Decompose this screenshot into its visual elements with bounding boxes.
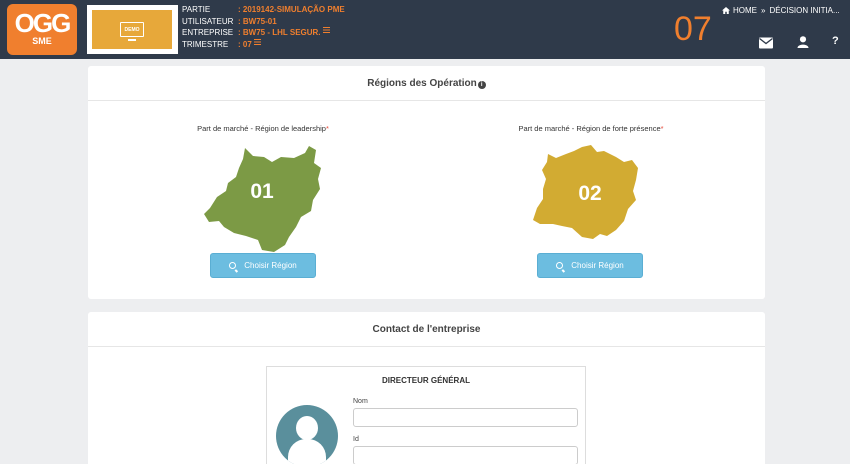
info-label: PARTIE bbox=[182, 5, 211, 14]
choose-region-button-01[interactable]: Choisir Région bbox=[210, 253, 316, 278]
breadcrumb: HOME » DÉCISION INITIA... bbox=[722, 6, 840, 15]
region-map-02[interactable]: 02 bbox=[530, 144, 646, 244]
demo-badge: DEMO bbox=[92, 10, 172, 49]
breadcrumb-current[interactable]: DÉCISION INITIA... bbox=[769, 6, 839, 15]
list-icon[interactable] bbox=[253, 38, 261, 45]
region-caption: Part de marché - Région de leadership* bbox=[197, 124, 329, 133]
region-caption: Part de marché - Région de forte présenc… bbox=[518, 124, 664, 133]
card-title: DIRECTEUR GÉNÉRAL bbox=[381, 376, 470, 385]
director-card: DIRECTEUR GÉNÉRAL Nom Id bbox=[266, 366, 586, 464]
demo-label: DEMO bbox=[124, 26, 140, 33]
region-number: 01 bbox=[250, 180, 274, 203]
info-row-entreprise[interactable]: ENTREPRISE : BW75 - LHL SEGUR. bbox=[182, 27, 345, 39]
search-icon bbox=[556, 262, 564, 269]
info-label: TRIMESTRE bbox=[182, 39, 229, 49]
choose-region-label: Choisir Région bbox=[571, 261, 624, 270]
info-row-trimestre[interactable]: TRIMESTRE : 07 bbox=[182, 38, 345, 51]
region-map-01[interactable]: 01 bbox=[201, 144, 325, 254]
info-value: : BW75 - LHL SEGUR. bbox=[238, 28, 321, 37]
top-navbar: OGG SME DEMO PARTIE : 2019142-SIMULAÇÃO … bbox=[0, 0, 850, 59]
list-icon[interactable] bbox=[322, 27, 330, 33]
ogg-logo[interactable]: OGG SME bbox=[7, 4, 77, 55]
user-icon[interactable] bbox=[796, 36, 810, 48]
nom-label: Nom bbox=[353, 398, 368, 405]
id-label: Id bbox=[353, 436, 359, 443]
regions-title-text: Régions des Opération bbox=[367, 78, 477, 89]
info-value: : 2019142-SIMULAÇÃO PME bbox=[238, 5, 345, 14]
required-mark: * bbox=[325, 124, 329, 133]
info-label: ENTREPRISE bbox=[182, 28, 234, 37]
nom-input[interactable] bbox=[353, 408, 578, 427]
info-icon[interactable]: i bbox=[477, 81, 486, 89]
logo-text: OGG bbox=[14, 8, 72, 38]
avatar-head bbox=[296, 416, 318, 440]
info-label: UTILISATEUR bbox=[182, 16, 234, 26]
id-input[interactable] bbox=[353, 446, 578, 464]
turn-number: 07 bbox=[674, 10, 712, 48]
choose-region-label: Choisir Région bbox=[244, 261, 297, 270]
info-row-partie: PARTIE : 2019142-SIMULAÇÃO PME bbox=[182, 4, 345, 16]
home-icon[interactable] bbox=[722, 6, 730, 14]
avatar[interactable] bbox=[276, 405, 338, 464]
search-icon bbox=[229, 262, 237, 269]
help-icon[interactable]: ? bbox=[832, 35, 839, 47]
envelope-icon[interactable] bbox=[759, 37, 773, 49]
monitor-icon: DEMO bbox=[120, 22, 144, 41]
required-mark: * bbox=[660, 124, 664, 133]
regions-panel: Régions des Opération i Part de marché - … bbox=[88, 66, 765, 299]
regions-panel-title: Régions des Opération i bbox=[88, 66, 765, 101]
region-forte-presence: Part de marché - Région de forte présenc… bbox=[506, 124, 676, 133]
choose-region-button-02[interactable]: Choisir Région bbox=[537, 253, 643, 278]
info-row-utilisateur: UTILISATEUR : BW75-01 bbox=[182, 16, 345, 28]
breadcrumb-home[interactable]: HOME bbox=[733, 6, 757, 15]
info-value: : BW75-01 bbox=[238, 16, 277, 26]
region-number: 02 bbox=[578, 182, 601, 205]
session-info: PARTIE : 2019142-SIMULAÇÃO PME UTILISATE… bbox=[182, 4, 345, 50]
contact-panel-title: Contact de l'entreprise bbox=[88, 312, 765, 347]
avatar-body bbox=[288, 439, 326, 464]
breadcrumb-separator: » bbox=[761, 6, 766, 15]
info-value: : 07 bbox=[238, 39, 252, 49]
region-leadership: Part de marché - Région de leadership* bbox=[178, 124, 348, 133]
company-logo: DEMO bbox=[87, 5, 178, 54]
